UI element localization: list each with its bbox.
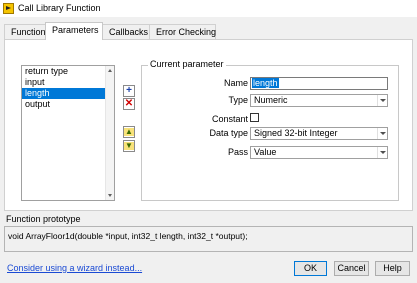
tab-parameters[interactable]: Parameters bbox=[45, 22, 103, 40]
move-up-icon: ▲ bbox=[124, 127, 134, 136]
scroll-up-arrow-icon[interactable] bbox=[108, 69, 112, 72]
tab-bar: Function Parameters Callbacks Error Chec… bbox=[0, 17, 417, 40]
move-down-icon: ▼ bbox=[124, 141, 134, 150]
type-select[interactable]: Numeric bbox=[250, 94, 388, 107]
data-type-value: Signed 32-bit Integer bbox=[254, 128, 338, 138]
help-button[interactable]: Help bbox=[375, 261, 410, 276]
parameter-listbox[interactable]: return type input length output bbox=[21, 65, 115, 201]
parameter-list-item[interactable]: output bbox=[22, 99, 114, 110]
delete-parameter-button[interactable]: ✕ bbox=[123, 98, 135, 110]
tab-function[interactable]: Function bbox=[4, 24, 46, 39]
cancel-button[interactable]: Cancel bbox=[334, 261, 369, 276]
type-value: Numeric bbox=[254, 95, 288, 105]
function-prototype-box: void ArrayFloor1d(double *input, int32_t… bbox=[4, 226, 413, 252]
constant-checkbox[interactable] bbox=[250, 113, 259, 122]
name-value[interactable]: length bbox=[252, 78, 279, 88]
move-down-button[interactable]: ▼ bbox=[123, 140, 135, 152]
pass-value: Value bbox=[254, 147, 277, 157]
data-type-label: Data type bbox=[209, 128, 248, 138]
add-parameter-button[interactable]: + bbox=[123, 85, 135, 97]
window-title: Call Library Function bbox=[18, 3, 101, 13]
chevron-down-icon[interactable] bbox=[377, 95, 387, 106]
tab-callbacks[interactable]: Callbacks bbox=[102, 24, 150, 39]
delete-parameter-icon: ✕ bbox=[124, 98, 134, 109]
parameter-list-item[interactable]: return type bbox=[22, 66, 114, 77]
scroll-down-arrow-icon[interactable] bbox=[108, 194, 112, 197]
name-label: Name bbox=[223, 78, 248, 88]
move-up-button[interactable]: ▲ bbox=[123, 126, 135, 138]
current-parameter-title: Current parameter bbox=[148, 59, 226, 69]
name-field[interactable]: length bbox=[250, 77, 388, 90]
tab-error-checking[interactable]: Error Checking bbox=[149, 24, 216, 39]
pass-select[interactable]: Value bbox=[250, 146, 388, 159]
parameter-list-item-selected[interactable]: length bbox=[22, 88, 114, 99]
ok-button[interactable]: OK bbox=[294, 261, 327, 276]
chevron-down-icon[interactable] bbox=[377, 128, 387, 139]
wizard-link[interactable]: Consider using a wizard instead... bbox=[7, 263, 142, 273]
type-label: Type bbox=[228, 95, 248, 105]
parameters-panel: return type input length output + ✕ ▲ ▼ … bbox=[4, 39, 413, 211]
constant-label: Constant bbox=[211, 114, 248, 124]
title-bar: Call Library Function bbox=[0, 0, 417, 17]
add-parameter-icon: + bbox=[126, 85, 132, 96]
list-scrollbar[interactable] bbox=[105, 66, 114, 200]
function-prototype-label: Function prototype bbox=[6, 214, 81, 224]
chevron-down-icon[interactable] bbox=[377, 147, 387, 158]
pass-label: Pass bbox=[227, 147, 248, 157]
parameter-list-item[interactable]: input bbox=[22, 77, 114, 88]
labview-vi-icon bbox=[3, 3, 14, 14]
data-type-select[interactable]: Signed 32-bit Integer bbox=[250, 127, 388, 140]
